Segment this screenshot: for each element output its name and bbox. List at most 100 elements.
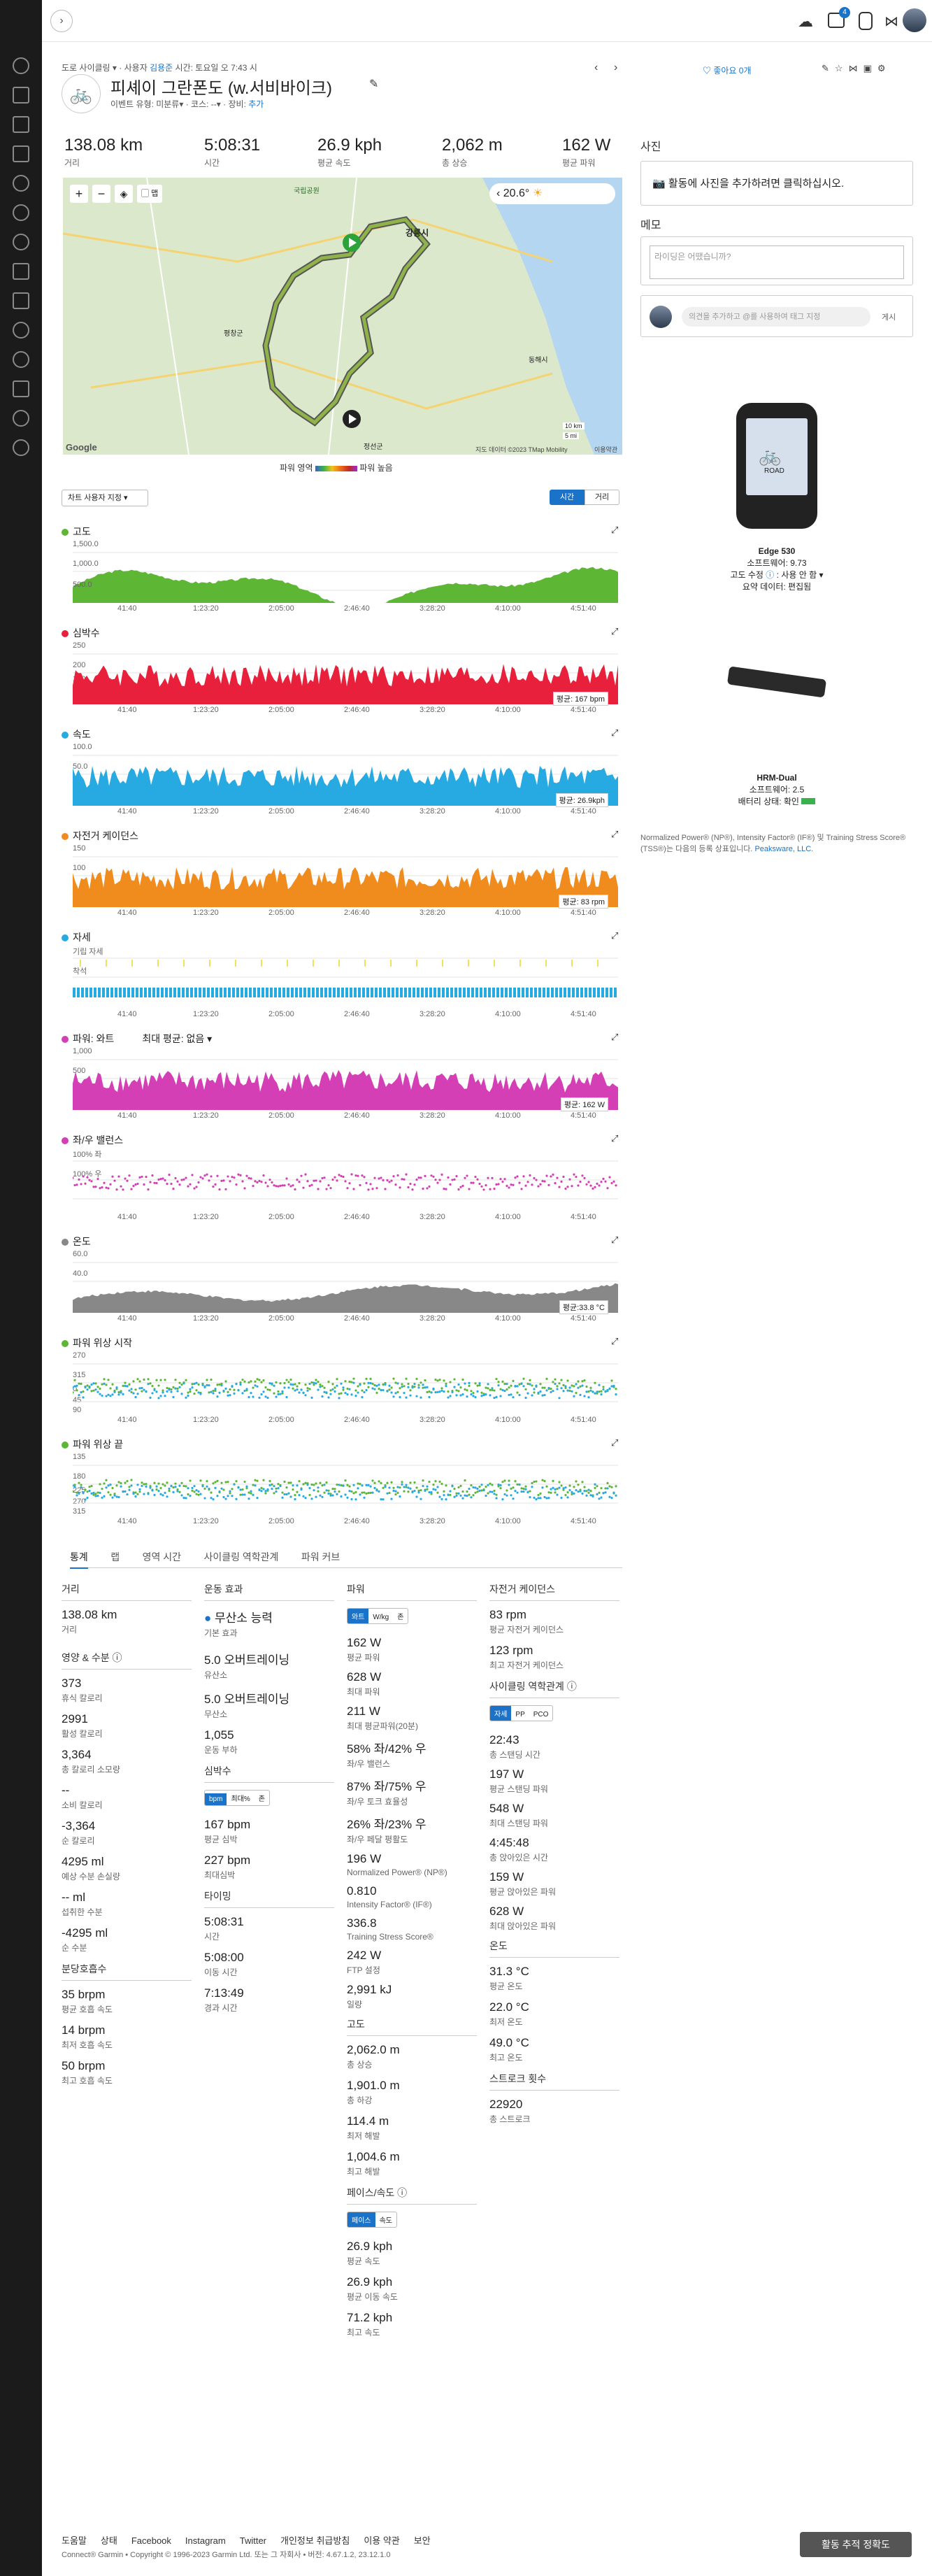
unit-toggle[interactable]: bpm 최대% 존 — [204, 1790, 270, 1806]
footer-link[interactable]: 상태 — [101, 2535, 117, 2546]
chart-title[interactable]: 파워 위상 시작 — [62, 1336, 132, 1350]
zoom-in-button[interactable]: + — [70, 185, 88, 203]
event-type-select[interactable]: 미분류 — [156, 99, 179, 109]
connections-icon[interactable] — [13, 322, 29, 339]
chart-title[interactable]: 온도 — [62, 1234, 91, 1248]
expand-chart-icon[interactable]: ⤢ — [611, 1133, 621, 1144]
chart-title[interactable]: 심박수 — [62, 626, 100, 640]
map-terms-link[interactable]: 이용약관 — [594, 445, 617, 454]
chart-icon[interactable] — [13, 292, 29, 309]
edit-icon[interactable]: ✎ — [822, 63, 835, 73]
course-select[interactable]: -- — [211, 99, 217, 109]
chart-title[interactable]: 자세 — [62, 930, 91, 944]
dashboard-icon[interactable] — [13, 57, 29, 74]
chart-title[interactable]: 좌/우 밸런스 — [62, 1133, 123, 1147]
expand-chart-icon[interactable]: ⤢ — [611, 930, 621, 941]
groups-icon[interactable] — [13, 351, 29, 368]
chart-2[interactable]: 심박수⤢25020015041:401:23:202:05:002:46:403… — [62, 626, 621, 717]
customize-charts-select[interactable]: 차트 사용자 지정 ▾ — [62, 490, 148, 506]
avatar[interactable] — [903, 8, 926, 32]
unit-toggle[interactable]: 와트 W/kg 존 — [347, 1608, 409, 1624]
expand-chart-icon[interactable]: ⤢ — [611, 727, 621, 738]
expand-chart-icon[interactable]: ⤢ — [611, 1336, 621, 1346]
trophy-icon[interactable] — [13, 410, 29, 427]
chart-5[interactable]: 자세 ⤢ 기립 자세 착석 41:40 1:23:20 2:05:00 2:46:40 3:28… — [62, 930, 621, 1021]
zoom-out-button[interactable]: − — [92, 185, 110, 203]
footer-link[interactable]: 보안 — [414, 2535, 431, 2546]
footer-link[interactable]: Facebook — [131, 2535, 171, 2546]
device-icon[interactable] — [859, 12, 873, 30]
unit-option[interactable]: 존 — [254, 1791, 269, 1805]
unit-toggle[interactable]: 자세 PP PCO — [489, 1705, 554, 1721]
unit-toggle[interactable]: 페이스 속도 — [347, 2212, 398, 2228]
edit-title-icon[interactable]: ✎ — [369, 77, 378, 91]
stopwatch-icon[interactable] — [13, 234, 29, 250]
gear-add-link[interactable]: 추가 — [248, 99, 264, 109]
settings-icon[interactable]: ⚙ — [877, 63, 891, 73]
training-icon[interactable] — [13, 175, 29, 192]
unit-option[interactable]: 존 — [393, 1609, 408, 1623]
reports-icon[interactable] — [13, 145, 29, 162]
star-icon[interactable]: ☆ — [835, 63, 849, 73]
layers-icon[interactable]: ◈ — [115, 185, 133, 203]
chart-10[interactable]: 파워 위상 끝 ⤢ 135 180 225 270 315 41:40 1:23:20 2:05:… — [62, 1437, 621, 1528]
comment-post-button[interactable]: 게시 — [882, 311, 896, 322]
share-activity-icon[interactable]: ⋈ — [849, 63, 863, 73]
tab-cycling-dynamics[interactable]: 사이클링 역학관계 — [203, 1550, 278, 1564]
weather-widget[interactable]: ‹ 20.6° ☀ — [489, 183, 615, 204]
footer-link[interactable]: Instagram — [185, 2535, 226, 2546]
chart-title[interactable]: 고도 — [62, 525, 91, 539]
gear-shop-icon[interactable] — [13, 380, 29, 397]
chart-title[interactable]: 자전거 케이던스 — [62, 829, 138, 843]
health-icon[interactable] — [13, 204, 29, 221]
unit-option[interactable]: 와트 — [347, 1609, 369, 1623]
next-activity-arrow[interactable]: › — [614, 62, 617, 74]
chart-6[interactable]: 파워: 와트 최대 평균: 없음 ▾ ⤢ 1,000 500 41:40 1:23:20 2:… — [62, 1032, 621, 1123]
tab-time-in-zone[interactable]: 영역 시간 — [143, 1550, 181, 1564]
activities-icon[interactable] — [13, 87, 29, 104]
help-icon[interactable]: ⓘ — [766, 570, 774, 580]
expand-nav-button[interactable]: › — [50, 10, 73, 32]
activity-title[interactable]: 피셰이 그란폰도 (w.서비바이크) — [110, 74, 332, 99]
insights-icon[interactable] — [13, 263, 29, 280]
footer-link[interactable]: 개인정보 취급방침 — [280, 2535, 350, 2546]
chart-title[interactable]: 파워 위상 끝 — [62, 1437, 123, 1451]
share-icon[interactable]: ⋈ — [884, 13, 898, 30]
chart-title[interactable]: 파워: 와트 최대 평균: 없음 ▾ — [62, 1032, 212, 1046]
unit-option[interactable]: 최대% — [227, 1791, 254, 1805]
unit-option[interactable]: PCO — [529, 1709, 553, 1721]
map-type-button[interactable]: ▢ 맵 — [137, 185, 163, 203]
footer-link[interactable]: 도움말 — [62, 2535, 87, 2546]
tab-power-curve[interactable]: 파워 커브 — [301, 1550, 340, 1564]
chart-9[interactable]: 파워 위상 시작 ⤢ 270 315 0 45 90 41:40 1:23:20 2:05:00 2… — [62, 1336, 621, 1427]
chart-title[interactable]: 속도 — [62, 727, 91, 741]
hrm-name[interactable]: HRM-Dual — [640, 772, 913, 784]
lock-icon[interactable]: ▣ — [863, 63, 877, 73]
elevation-correction-value[interactable]: 사용 안 함 — [781, 570, 817, 580]
peaksware-link[interactable]: Peaksware, LLC. — [754, 845, 813, 853]
notes-field[interactable]: 라이딩은 어땠습니까? — [650, 245, 904, 279]
like-button[interactable]: ♡ 좋아요 0개 — [703, 64, 752, 76]
chart-3[interactable]: 속도 ⤢ 100.0 50.0 41:40 1:23:20 2:05:00 2:46:40 3:… — [62, 727, 621, 818]
footer-link[interactable]: Twitter — [240, 2535, 266, 2546]
expand-chart-icon[interactable]: ⤢ — [611, 525, 621, 535]
add-photo-box[interactable]: 📷 활동에 사진을 추가하려면 클릭하십시오. — [640, 161, 913, 206]
expand-chart-icon[interactable]: ⤢ — [611, 1032, 621, 1042]
comment-input[interactable]: 의견을 추가하고 @를 사용하여 태그 지정 — [682, 307, 870, 327]
x-axis-distance-toggle[interactable]: 거리 — [585, 490, 619, 505]
tab-laps[interactable]: 랩 — [110, 1550, 120, 1564]
expand-chart-icon[interactable]: ⤢ — [611, 1234, 621, 1245]
tab-stats[interactable]: 통계 — [70, 1550, 88, 1569]
chart-4[interactable]: 자전거 케이던스 ⤢ 150 100 41:40 1:23:20 2:05:00 2:46:4… — [62, 829, 621, 920]
unit-option[interactable]: 속도 — [375, 2212, 396, 2227]
max-avg-select[interactable]: 최대 평균: 없음 ▾ — [142, 1033, 212, 1044]
expand-chart-icon[interactable]: ⤢ — [611, 829, 621, 839]
chart-7[interactable]: 좌/우 밸런스 ⤢ 100% 좌 100% 우 41:40 1:23:20 2:05:00 2… — [62, 1133, 621, 1224]
unit-option[interactable]: PP — [511, 1709, 529, 1721]
calendar-icon[interactable] — [13, 116, 29, 133]
chart-8[interactable]: 온도 ⤢ 60.0 40.0 41:40 1:23:20 2:05:00 2:46:40 3:2… — [62, 1234, 621, 1325]
expand-chart-icon[interactable]: ⤢ — [611, 626, 621, 636]
unit-option[interactable]: bpm — [205, 1793, 227, 1805]
chart-1[interactable]: 고도 ⤢ 1,500.0 1,000.0 41:40 1:23:20 2:05:00 2:46… — [62, 525, 621, 615]
route-map[interactable]: + − ◈ ▢ 맵 ‹ 20.6° ☀ 강릉시 정선군 평창군 동해시 국립공원… — [63, 178, 622, 455]
